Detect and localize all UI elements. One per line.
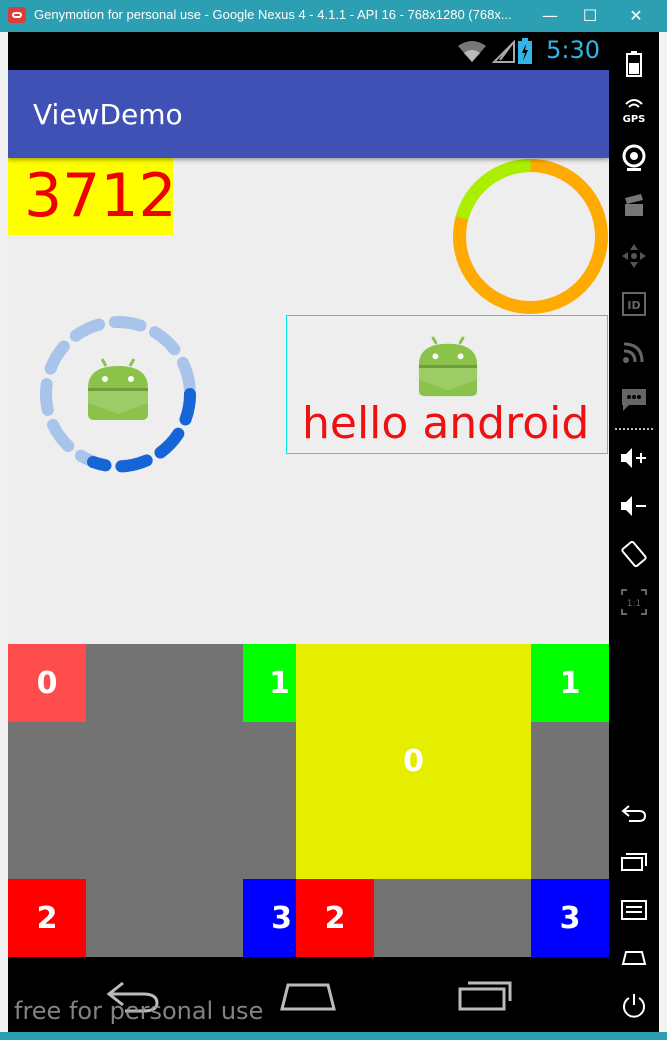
window-bottom-border (0, 1032, 667, 1040)
svg-text:GPS: GPS (623, 114, 646, 124)
close-button[interactable]: ✕ (613, 0, 659, 32)
hello-box[interactable]: hello android ! (286, 315, 609, 454)
home-icon[interactable] (609, 936, 659, 980)
watermark-text: free for personal use (14, 997, 264, 1025)
pixel-perfect-icon[interactable]: 1:1 (609, 580, 659, 624)
device-screen: 5:30 ViewDemo 3712 hello android ! 0 1 2… (8, 32, 609, 1032)
volume-down-icon[interactable] (609, 484, 659, 528)
android-icon (88, 358, 148, 420)
grid-cell-top-right[interactable]: 1 (243, 644, 296, 722)
app-title: ViewDemo (33, 98, 183, 131)
navigation-bar: free for personal use (8, 957, 609, 1032)
rotate-icon[interactable] (609, 532, 659, 576)
grid-cell-bottom-right-2[interactable]: 3 (531, 879, 609, 957)
sms-icon[interactable] (609, 378, 659, 422)
id-icon[interactable]: ID (609, 282, 659, 326)
grid-cell-top-left[interactable]: 0 (8, 644, 86, 722)
dpad-icon[interactable] (609, 234, 659, 278)
grid-cell-top-right-2[interactable]: 1 (531, 644, 609, 722)
camera-icon[interactable] (609, 136, 659, 180)
counter-view[interactable]: 3712 (8, 158, 177, 235)
status-time: 5:30 (546, 36, 600, 64)
cast-icon[interactable] (609, 330, 659, 374)
signal-icon (492, 40, 515, 63)
toolbar-divider (615, 428, 653, 430)
maximize-button[interactable]: ☐ (567, 0, 613, 32)
gps-icon[interactable]: GPS (609, 88, 659, 132)
grid-layout: 0 1 2 3 0 1 2 3 (8, 644, 609, 957)
window-title: Genymotion for personal use - Google Nex… (34, 7, 512, 22)
recent-apps-icon[interactable] (609, 840, 659, 884)
hello-text: hello android ! (302, 398, 609, 449)
genymotion-toolbar: GPS ID 1:1 (609, 32, 659, 1032)
grid-cell-center[interactable]: 0 (296, 644, 531, 879)
android-icon (418, 336, 478, 397)
power-icon[interactable] (609, 984, 659, 1028)
svg-text:ID: ID (627, 299, 640, 312)
content-area: 3712 hello android ! (8, 158, 609, 644)
app-bar: ViewDemo (8, 70, 609, 158)
nav-recents-icon[interactable] (456, 977, 516, 1013)
battery-icon[interactable] (609, 42, 659, 86)
svg-text:1:1: 1:1 (627, 599, 641, 609)
video-icon[interactable] (609, 184, 659, 228)
status-bar: 5:30 (8, 32, 609, 70)
genymotion-logo-icon (8, 7, 26, 23)
grid-cell-bottom-left-2[interactable]: 2 (296, 879, 374, 957)
progress-ring (453, 159, 608, 314)
wifi-icon (458, 41, 486, 62)
nav-home-icon[interactable] (278, 979, 338, 1013)
volume-up-icon[interactable] (609, 436, 659, 480)
grid-cell-bottom-left[interactable]: 2 (8, 879, 86, 957)
back-icon[interactable] (609, 792, 659, 836)
grid-cell-bottom-right[interactable]: 3 (243, 879, 296, 957)
background-window-edge (659, 32, 667, 1032)
battery-status-icon (518, 38, 532, 64)
window-titlebar: Genymotion for personal use - Google Nex… (0, 0, 667, 32)
menu-icon[interactable] (609, 888, 659, 932)
